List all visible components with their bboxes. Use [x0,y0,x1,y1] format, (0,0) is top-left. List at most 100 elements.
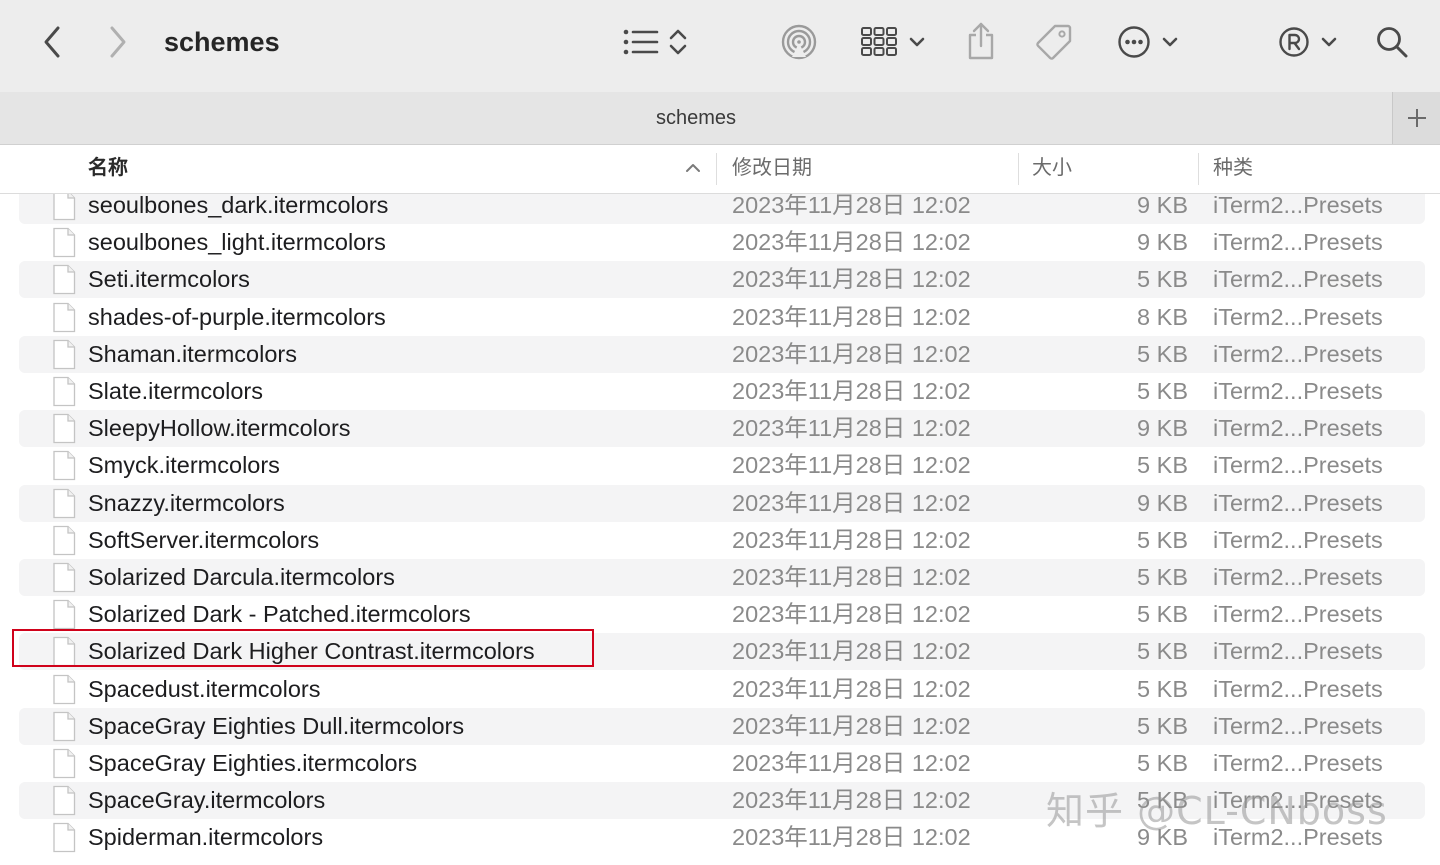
file-kind: iTerm2...Presets [1213,489,1383,516]
toolbar: schemes [0,0,1440,92]
file-name: seoulbones_light.itermcolors [88,229,386,256]
file-kind: iTerm2...Presets [1213,303,1383,330]
file-row[interactable]: seoulbones_light.itermcolors 2023年11月28日 … [19,224,1425,261]
file-size: 9 KB [1137,194,1188,218]
file-name: seoulbones_dark.itermcolors [88,194,389,218]
file-size: 5 KB [1137,340,1188,367]
file-kind: iTerm2...Presets [1213,601,1383,628]
forward-button[interactable] [102,22,134,62]
column-header-kind[interactable]: 种类 [1213,145,1253,193]
document-icon [52,413,76,449]
file-kind: iTerm2...Presets [1213,675,1383,702]
group-button[interactable] [858,24,928,60]
back-button[interactable] [36,22,68,62]
file-size: 5 KB [1137,564,1188,590]
column-header-size[interactable]: 大小 [1032,145,1072,193]
file-date: 2023年11月28日 12:02 [732,824,971,851]
file-size: 5 KB [1137,452,1188,479]
plus-icon [1408,109,1426,127]
column-divider[interactable] [1198,153,1199,185]
document-icon [52,748,76,784]
document-icon [52,785,76,821]
watermark: 知乎 @CL-CNboss [1046,789,1388,833]
file-size: 5 KB [1137,638,1188,665]
file-size: 5 KB [1137,601,1188,628]
file-row[interactable]: Spacedust.itermcolors 2023年11月28日 12:02 5 … [19,671,1425,708]
tag-button[interactable] [1034,22,1074,62]
file-row[interactable]: SoftServer.itermcolors 2023年11月28日 12:02 5… [19,522,1425,559]
file-row[interactable]: Solarized Darcula.itermcolors 2023年11月28日… [19,559,1425,596]
file-date: 2023年11月28日 12:02 [732,452,971,479]
grid-view-icon [861,27,897,56]
sort-ascending-icon [686,164,700,172]
tab-bar: schemes [0,92,1440,145]
file-name: Smyck.itermcolors [88,452,280,479]
document-icon [52,525,76,561]
action-menu-button[interactable] [1114,24,1182,60]
file-name: SleepyHollow.itermcolors [88,415,351,442]
file-kind: iTerm2...Presets [1213,452,1383,479]
highlight-box [12,629,594,667]
document-icon [52,227,76,263]
airdrop-icon [781,24,817,60]
file-row[interactable]: Solarized Dark - Patched.itermcolors 2023… [19,596,1425,633]
new-tab-button[interactable] [1392,92,1440,144]
airdrop-button[interactable] [778,22,820,62]
view-options-button[interactable] [618,24,694,60]
column-divider[interactable] [1018,153,1019,185]
file-kind: iTerm2...Presets [1213,229,1383,256]
file-row[interactable]: Shaman.itermcolors 2023年11月28日 12:02 5 KB i… [19,335,1425,375]
file-date: 2023年11月28日 12:02 [732,489,971,516]
file-row[interactable]: Smyck.itermcolors 2023年11月28日 12:02 5 KB iT… [19,447,1425,484]
file-row[interactable]: Seti.itermcolors 2023年11月28日 12:02 5 KB iTe… [19,261,1425,300]
column-divider[interactable] [716,153,717,185]
list-view-icon [623,29,659,55]
document-icon [52,822,76,858]
file-date: 2023年11月28日 12:02 [732,303,971,330]
file-kind: iTerm2...Presets [1213,750,1383,776]
chevron-down-icon [1321,37,1337,47]
file-list: seoulbones_dark.itermcolors 2023年11月28日 1… [0,194,1440,865]
column-header-bar: 名称 修改日期 大小 种类 [0,145,1440,194]
document-icon [52,302,76,338]
chevron-down-icon [1162,37,1178,47]
file-row[interactable]: Snazzy.itermcolors 2023年11月28日 12:02 9 KB i… [19,484,1425,524]
file-date: 2023年11月28日 12:02 [732,675,971,702]
file-size: 5 KB [1137,712,1188,739]
file-size: 5 KB [1137,750,1188,776]
file-row[interactable]: SpaceGray Eighties.itermcolors 2023年11月28… [19,745,1425,782]
file-date: 2023年11月28日 12:02 [732,378,971,404]
document-icon [52,339,76,375]
search-button[interactable] [1372,22,1412,62]
file-size: 9 KB [1137,415,1188,442]
share-icon [968,22,994,60]
column-header-name[interactable]: 名称 [88,145,128,193]
file-kind: iTerm2...Presets [1213,638,1383,665]
chevron-right-icon [110,26,126,58]
file-kind: iTerm2...Presets [1213,194,1383,218]
file-size: 5 KB [1137,675,1188,702]
document-icon [52,488,76,524]
search-icon [1377,27,1408,58]
file-date: 2023年11月28日 12:02 [732,638,971,665]
file-date: 2023年11月28日 12:02 [732,601,971,628]
file-size: 5 KB [1137,266,1188,293]
file-row[interactable]: shades-of-purple.itermcolors 2023年11月28日 … [19,299,1425,336]
column-header-date[interactable]: 修改日期 [732,145,812,193]
tab-schemes[interactable]: schemes [0,92,1392,144]
file-row[interactable]: SleepyHollow.itermcolors 2023年11月28日 12:0… [19,410,1425,449]
sort-updown-icon [669,29,687,55]
registered-icon [1279,27,1309,57]
file-row[interactable]: seoulbones_dark.itermcolors 2023年11月28日 1… [19,194,1425,224]
file-name: Shaman.itermcolors [88,340,297,367]
document-icon [52,264,76,300]
document-icon [52,562,76,598]
share-button[interactable] [962,20,1000,62]
file-row[interactable]: Slate.itermcolors 2023年11月28日 12:02 5 KB iT… [19,373,1425,410]
file-kind: iTerm2...Presets [1213,378,1383,404]
file-row[interactable]: SpaceGray Eighties Dull.itermcolors 2023年… [19,707,1425,745]
extension-menu-button[interactable] [1276,24,1340,60]
file-name: Solarized Dark - Patched.itermcolors [88,601,471,628]
file-kind: iTerm2...Presets [1213,712,1383,739]
chevron-down-icon [909,37,925,47]
